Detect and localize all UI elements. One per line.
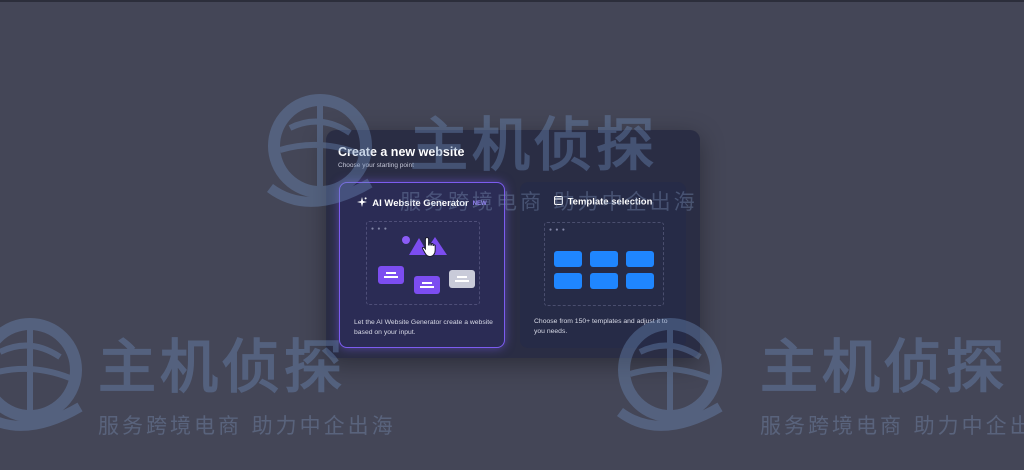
- create-website-dialog: Create a new website Choose your startin…: [326, 130, 700, 358]
- hand-cursor-icon: [421, 236, 436, 258]
- watermark-brand: 主机侦探: [98, 333, 347, 401]
- purple-tile-center: [414, 276, 440, 294]
- template-card-header: Template selection: [520, 196, 686, 208]
- template-preview-illustration: ● ● ●: [544, 222, 664, 306]
- ai-preview-illustration: ● ● ●: [366, 221, 480, 305]
- ai-card-title: AI Website Generator: [372, 198, 469, 210]
- template-card-title: Template selection: [567, 196, 653, 208]
- new-badge: NEW: [472, 200, 487, 207]
- grey-tile-right: [449, 270, 475, 288]
- purple-tile-left: [378, 266, 404, 284]
- template-tile: [554, 251, 582, 267]
- template-tile: [626, 273, 654, 289]
- watermark-logo-icon: [0, 318, 83, 431]
- watermark-brand: 主机侦探: [760, 333, 1009, 401]
- template-card-description: Choose from 150+ templates and adjust it…: [534, 318, 668, 335]
- ai-card-description: Let the AI Website Generator create a we…: [354, 319, 493, 336]
- template-tile: [626, 251, 654, 267]
- screen: Create a new website Choose your startin…: [0, 0, 1024, 470]
- window-icon: [553, 196, 563, 208]
- template-selection-card[interactable]: Template selection ● ● ● Choose from 150…: [520, 182, 686, 348]
- top-strip: [0, 0, 1024, 2]
- dialog-subtitle: Choose your starting point: [338, 162, 414, 169]
- ai-website-generator-card[interactable]: AI Website Generator NEW ● ● ● Let the A…: [339, 182, 505, 348]
- template-tile: [554, 273, 582, 289]
- template-tile: [590, 251, 618, 267]
- ai-card-header: AI Website Generator NEW: [340, 197, 504, 210]
- template-tile: [590, 273, 618, 289]
- sparkle-icon: [357, 197, 368, 210]
- watermark-slogan: 服务跨境电商 助力中企出海: [760, 414, 1024, 438]
- dialog-title: Create a new website: [338, 145, 465, 159]
- watermark-slogan: 服务跨境电商 助力中企出海: [98, 414, 396, 438]
